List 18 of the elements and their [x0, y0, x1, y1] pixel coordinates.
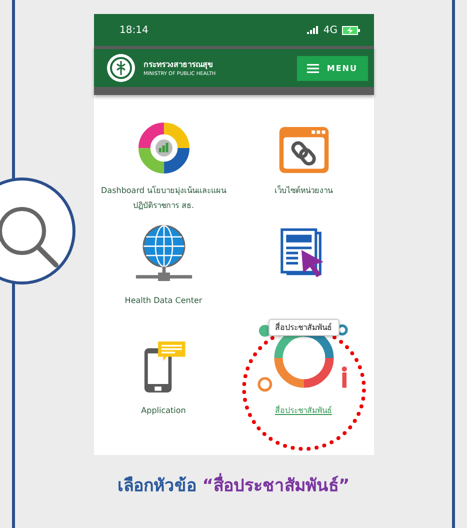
menu-icon [306, 64, 319, 72]
battery-charging-icon [342, 26, 360, 34]
link-window-icon [277, 125, 330, 175]
tile-label: เว็บไซต์หน่วยงาน [274, 184, 332, 197]
globe-network-icon [134, 222, 194, 284]
network-type: 4G [323, 24, 338, 36]
status-time: 18:14 [120, 24, 148, 36]
menu-button[interactable]: MENU [296, 56, 368, 80]
dashboard-ring-icon [137, 122, 190, 174]
ministry-emblem-icon [106, 53, 136, 83]
instruction-caption: เลือกหัวข้อ “สื่อประชาสัมพันธ์” [117, 471, 350, 498]
media-link[interactable]: สื่อประชาสัมพันธ์ [275, 403, 332, 418]
tile-label: Application [141, 405, 186, 417]
tooltip: สื่อประชาสัมพันธ์ [268, 319, 339, 336]
tile-label: Dashboard นโยบายมุ่งเน้นและแผนปฏิบัติราชการ สธ. [100, 184, 228, 212]
tile-label: Health Data Center [124, 295, 202, 307]
signal-icon [307, 26, 320, 34]
ministry-name-thai: กระทรวงสาธารณสุข [144, 59, 214, 71]
